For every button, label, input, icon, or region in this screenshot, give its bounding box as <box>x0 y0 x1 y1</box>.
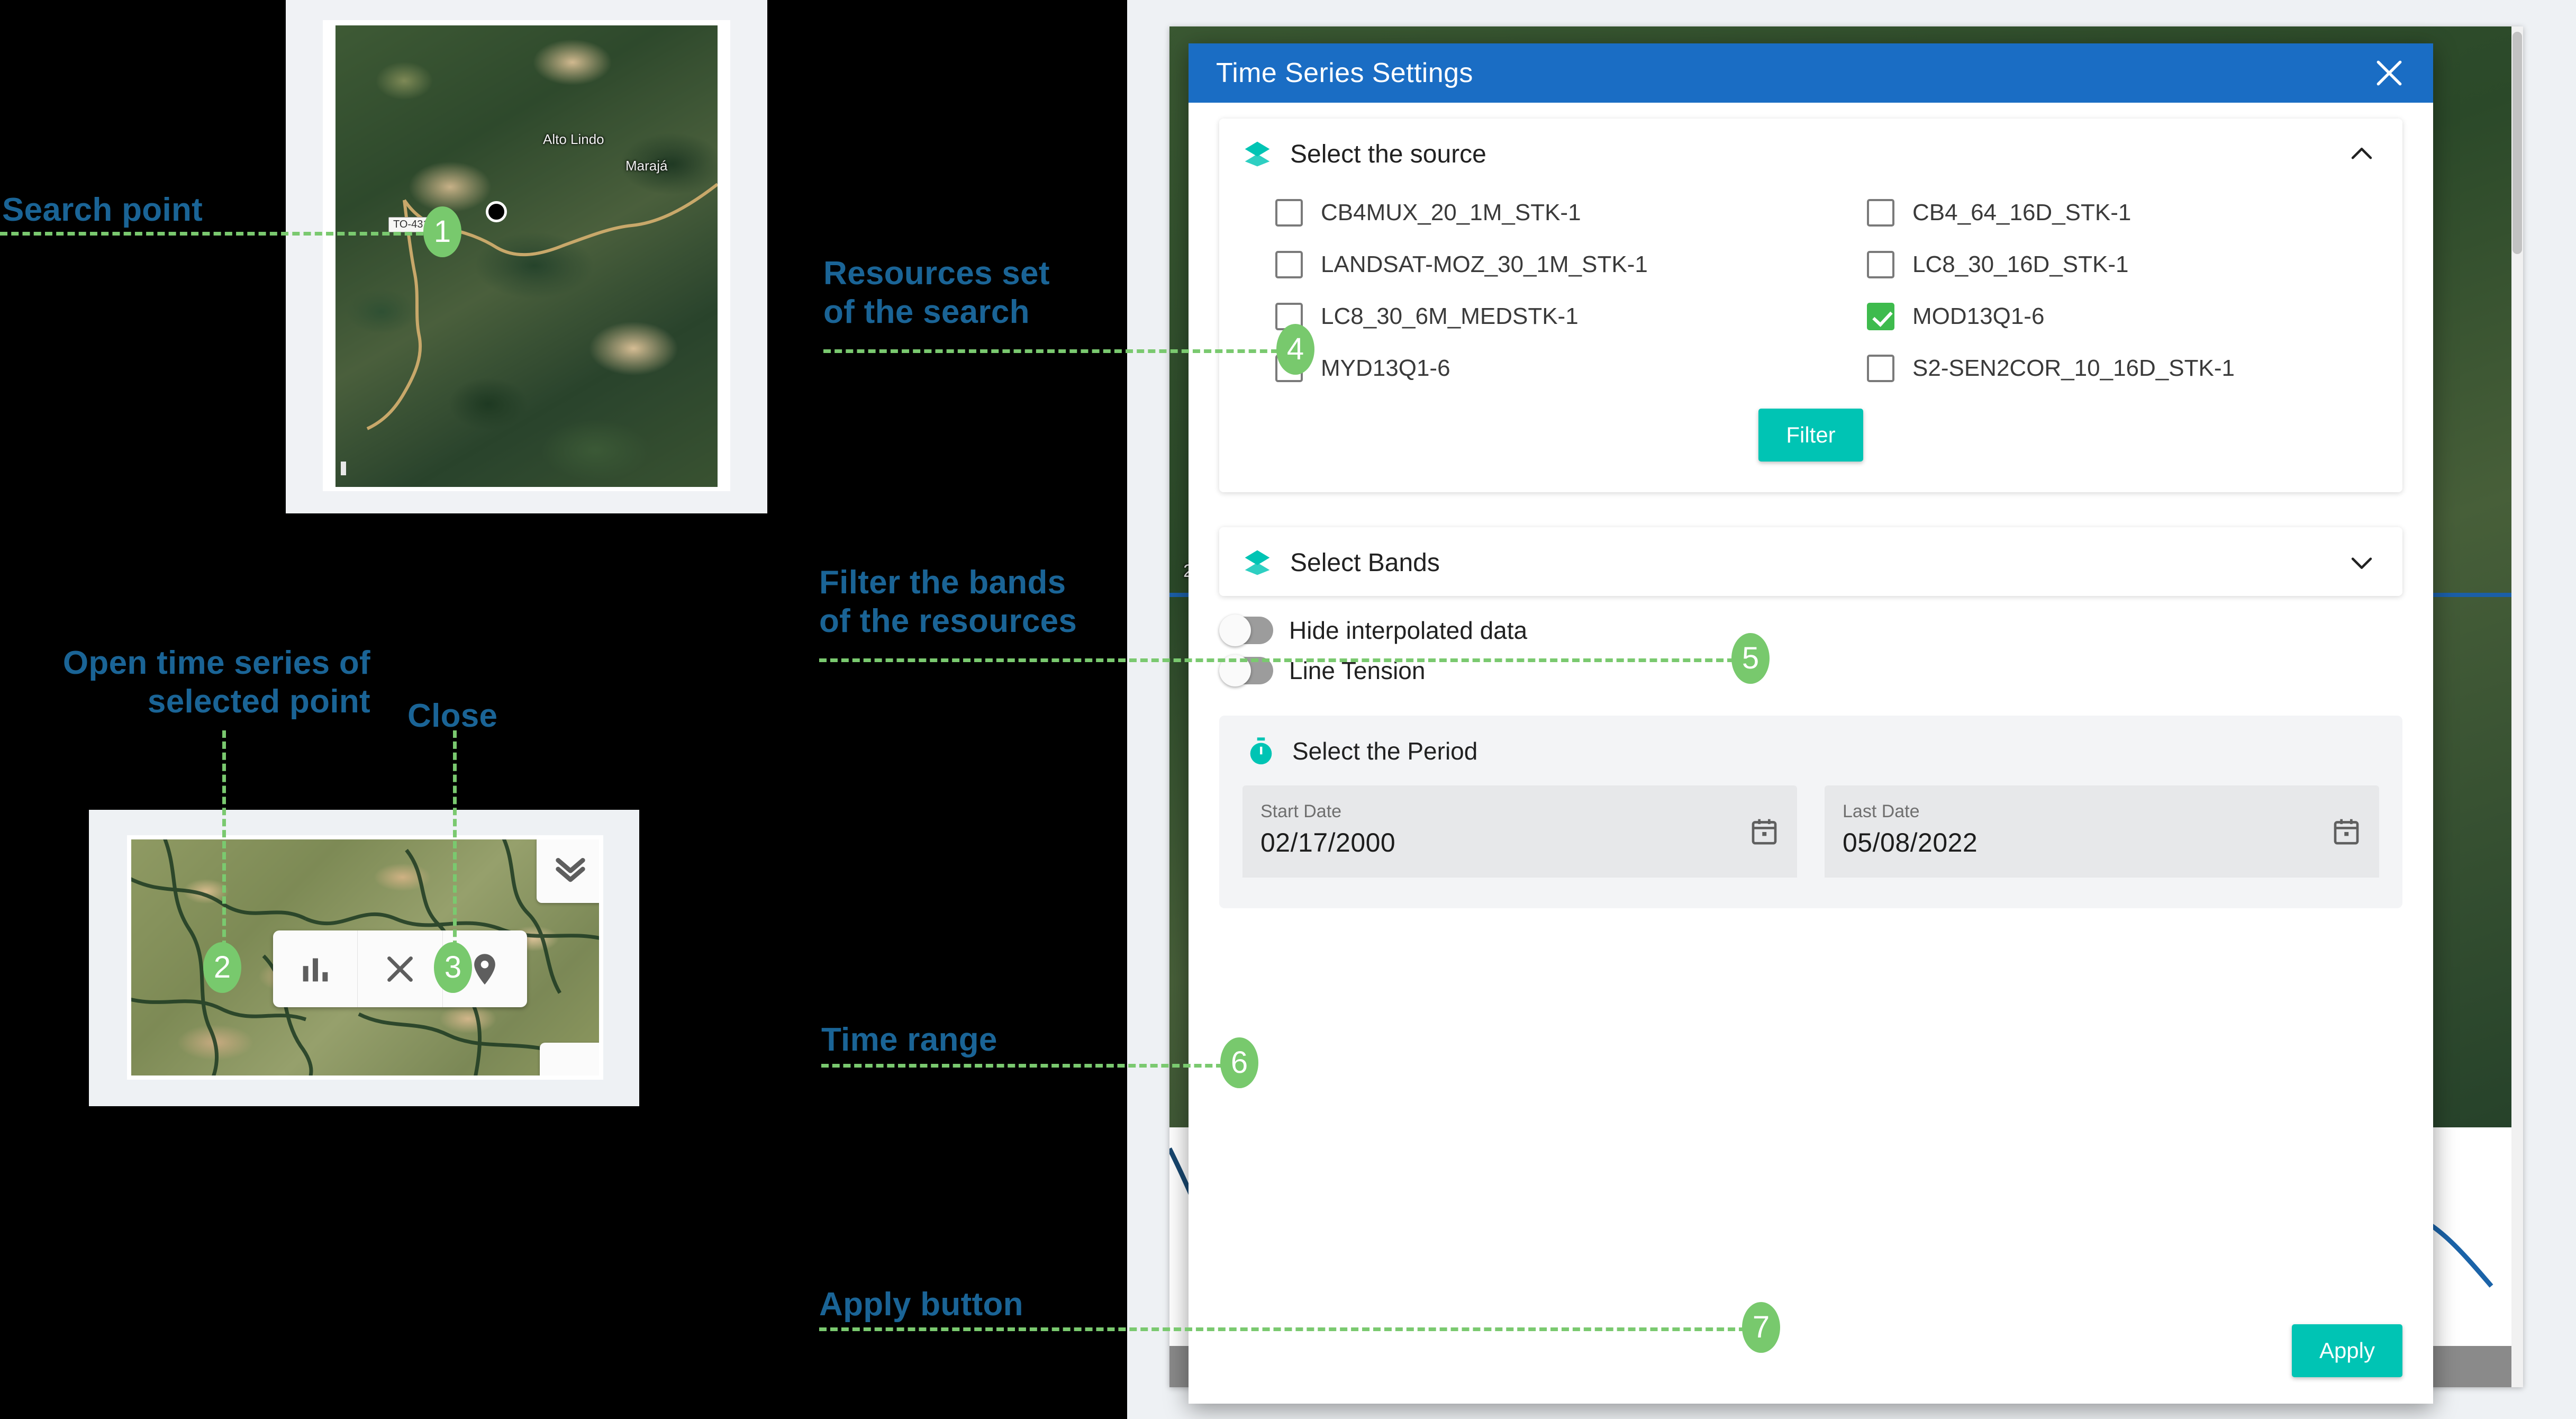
point-action-toolbar <box>273 930 527 1007</box>
annotation-leader-2 <box>222 730 226 959</box>
search-point-screenshot: Alto Lindo Marajá TO-431 <box>286 0 767 513</box>
annotation-badge-1: 1 <box>423 206 461 257</box>
filter-row: Filter <box>1219 390 2402 492</box>
checkbox-landsat-moz-30-1m-stk-1[interactable] <box>1275 251 1303 278</box>
calendar-icon[interactable] <box>2332 817 2361 846</box>
select-period-title: Select the Period <box>1292 737 1478 765</box>
toggle-row-line-tension[interactable]: Line Tension <box>1219 651 2402 691</box>
source-checkbox-row[interactable]: CB4_64_16D_STK-1 <box>1811 192 2402 234</box>
checkbox-s2-sen2cor-10-16d-stk-1[interactable] <box>1867 355 1894 382</box>
point-toolbar-screenshot <box>89 810 639 1106</box>
apply-button[interactable]: Apply <box>2291 1324 2402 1377</box>
screenshot-root: 28 <box>0 0 2576 1419</box>
annotation-label-3: Close <box>407 698 498 734</box>
select-bands-header[interactable]: Select Bands <box>1219 527 2402 596</box>
chevron-down-icon[interactable] <box>2346 547 2377 578</box>
dialog-header: Time Series Settings <box>1189 43 2433 103</box>
select-period-panel: Select the Period Start Date 02/17/2000 <box>1219 716 2402 908</box>
source-label: CB4_64_16D_STK-1 <box>1912 200 2131 225</box>
annotation-badge-3: 3 <box>434 942 472 993</box>
source-label: MOD13Q1-6 <box>1912 303 2045 329</box>
checkbox-cb4mux-20-1m-stk-1[interactable] <box>1275 199 1303 227</box>
map-place-label: Marajá <box>625 158 668 174</box>
checkbox-mod13q1-6[interactable] <box>1867 303 1894 330</box>
source-checkbox-row[interactable]: MOD13Q1-6 <box>1811 295 2402 338</box>
open-timeseries-button[interactable] <box>273 930 357 1007</box>
source-label: LANDSAT-MOZ_30_1M_STK-1 <box>1321 251 1648 277</box>
last-date-field[interactable]: Last Date 05/08/2022 <box>1825 785 2379 878</box>
last-date-label: Last Date <box>1843 801 1920 821</box>
toggle-label: Hide interpolated data <box>1289 617 1528 644</box>
annotation-leader-3 <box>453 730 457 959</box>
source-checkbox-row[interactable]: LC8_30_16D_STK-1 <box>1811 243 2402 286</box>
app-scrollbar-thumb[interactable] <box>2512 32 2522 254</box>
annotation-badge-2: 2 <box>203 942 241 993</box>
source-checkbox-row[interactable]: CB4MUX_20_1M_STK-1 <box>1219 192 1811 234</box>
select-period-header: Select the Period <box>1242 736 2379 766</box>
checkbox-lc8-30-16d-stk-1[interactable] <box>1867 251 1894 278</box>
chart-icon <box>303 958 328 981</box>
annotation-label-4: Resources set of the search <box>823 255 1050 331</box>
source-label: LC8_30_16D_STK-1 <box>1912 251 2129 277</box>
toggle-hide-interpolated-data[interactable] <box>1219 614 1273 646</box>
annotation-label-6: Time range <box>821 1022 997 1058</box>
layers-icon <box>1242 548 1272 577</box>
annotation-label-2: Open time series of selected point <box>62 645 370 720</box>
close-icon <box>387 956 413 982</box>
timer-icon <box>1246 736 1276 766</box>
annotation-label-7: Apply button <box>819 1286 1023 1323</box>
source-label: S2-SEN2COR_10_16D_STK-1 <box>1912 355 2235 381</box>
app-scrollbar[interactable] <box>2511 26 2523 1387</box>
annotation-label-5: Filter the bands of the resources <box>819 564 1077 640</box>
source-label: CB4MUX_20_1M_STK-1 <box>1321 200 1581 225</box>
source-checkbox-row[interactable]: LANDSAT-MOZ_30_1M_STK-1 <box>1219 243 1811 286</box>
checkbox-cb4-64-16d-stk-1[interactable] <box>1867 199 1894 227</box>
source-label: MYD13Q1-6 <box>1321 355 1450 381</box>
date-range-row: Start Date 02/17/2000 Last Date 05/08/20… <box>1242 785 2379 878</box>
annotation-label-1: Search point <box>2 192 203 228</box>
annotation-leader-6 <box>821 1064 1223 1068</box>
display-options: Hide interpolated data Line Tension <box>1219 596 2402 697</box>
map-scale-mark <box>341 462 346 475</box>
select-source-header[interactable]: Select the source <box>1219 119 2402 187</box>
toggle-row-hide-interpolated[interactable]: Hide interpolated data <box>1219 611 2402 651</box>
calendar-icon[interactable] <box>1749 817 1779 846</box>
collapse-icon[interactable] <box>537 839 599 903</box>
annotation-badge-7: 7 <box>1742 1302 1780 1353</box>
source-label: LC8_30_6M_MEDSTK-1 <box>1321 303 1579 329</box>
annotation-leader-5 <box>819 658 1735 662</box>
source-checkbox-row[interactable]: S2-SEN2COR_10_16D_STK-1 <box>1811 347 2402 390</box>
map-place-label: Alto Lindo <box>543 131 604 147</box>
annotation-badge-5: 5 <box>1731 633 1770 684</box>
annotation-leader-4 <box>823 349 1278 353</box>
satellite-map-thumbnail[interactable]: Alto Lindo Marajá TO-431 <box>335 25 718 487</box>
start-date-label: Start Date <box>1260 801 1342 821</box>
search-point-marker[interactable] <box>486 201 507 222</box>
annotation-leader-1 <box>0 232 423 236</box>
layers-icon <box>1242 139 1272 169</box>
dialog-body: Select the source CB4MUX_20_1M_STK-1 CB4… <box>1189 103 2433 1404</box>
time-series-settings-dialog: Time Series Settings Select the source C… <box>1189 43 2433 1404</box>
dialog-footer: Apply <box>2291 1324 2402 1377</box>
close-point-button[interactable] <box>358 930 442 1007</box>
source-checkbox-grid: CB4MUX_20_1M_STK-1 CB4_64_16D_STK-1 LAND… <box>1219 187 2402 390</box>
dialog-title: Time Series Settings <box>1216 58 1473 88</box>
annotation-leader-7 <box>819 1327 1746 1331</box>
start-date-value: 02/17/2000 <box>1260 828 1396 857</box>
annotation-badge-4: 4 <box>1276 324 1314 375</box>
last-date-value: 05/08/2022 <box>1843 828 1978 857</box>
satellite-map-thumbnail-2[interactable] <box>131 839 599 1075</box>
select-bands-title: Select Bands <box>1290 548 1440 577</box>
extra-map-button[interactable] <box>540 1043 599 1075</box>
select-source-title: Select the source <box>1290 140 1486 168</box>
select-bands-panel: Select Bands <box>1219 527 2402 596</box>
close-icon[interactable] <box>2372 56 2407 91</box>
road-overlay <box>366 183 718 430</box>
filter-button[interactable]: Filter <box>1758 409 1863 462</box>
annotation-badge-6: 6 <box>1220 1037 1258 1088</box>
select-source-panel: Select the source CB4MUX_20_1M_STK-1 CB4… <box>1219 119 2402 492</box>
start-date-field[interactable]: Start Date 02/17/2000 <box>1242 785 1797 878</box>
chevron-up-icon[interactable] <box>2346 139 2377 169</box>
